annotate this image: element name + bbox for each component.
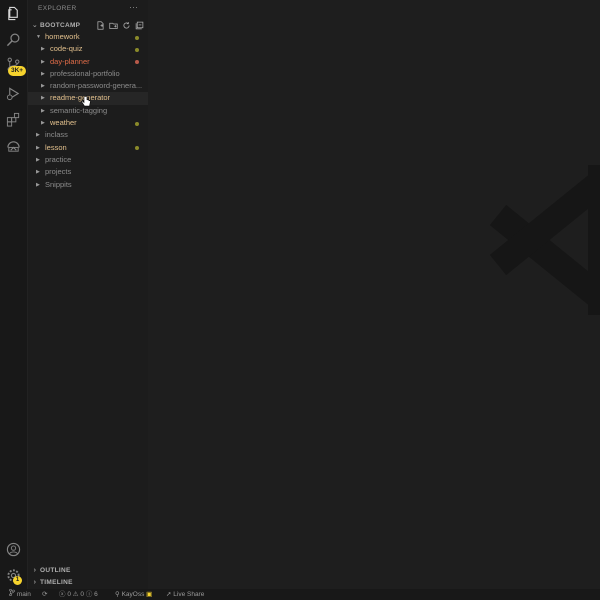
extensions-icon[interactable] bbox=[5, 111, 22, 128]
chevron-right-icon: › bbox=[33, 578, 37, 586]
vscode-logo-watermark-icon bbox=[489, 165, 600, 315]
tree-item-lesson[interactable]: ▶ lesson bbox=[28, 142, 148, 154]
git-status-dot bbox=[135, 47, 139, 52]
remote-explorer-icon[interactable] bbox=[5, 138, 22, 155]
tree-item-homework[interactable]: ▼ homework bbox=[28, 31, 148, 43]
status-bar: main ⟳ ⓧ 0 ⚠ 0 ⓘ 6 ⚲ KayOss ▣ ➚ Live Sha… bbox=[0, 588, 600, 600]
info-count: 6 bbox=[94, 591, 98, 598]
git-status-dot bbox=[135, 121, 139, 126]
search-icon[interactable] bbox=[5, 31, 22, 48]
tree-item-label: professional-portfolio bbox=[50, 68, 120, 78]
tree-item-professional-portfolio[interactable]: ▶ professional-portfolio bbox=[28, 68, 148, 80]
tree-item-code-quiz[interactable]: ▶ code-quiz bbox=[28, 43, 148, 55]
chevron-right-icon: ▶ bbox=[41, 46, 45, 53]
live-share-button[interactable]: ➚ Live Share bbox=[166, 589, 204, 600]
git-status-dot bbox=[135, 60, 139, 65]
tree-item-label: lesson bbox=[45, 142, 67, 152]
new-file-icon[interactable] bbox=[95, 20, 105, 30]
timeline-header[interactable]: › TIMELINE bbox=[28, 576, 148, 588]
collapse-all-icon[interactable] bbox=[134, 20, 144, 30]
chevron-right-icon: ▶ bbox=[36, 132, 40, 139]
outline-header[interactable]: › OUTLINE bbox=[28, 564, 148, 576]
user-name: KayOss bbox=[121, 591, 145, 598]
chevron-right-icon: ▶ bbox=[41, 83, 45, 90]
branch-icon bbox=[9, 588, 15, 597]
warning-count: 0 bbox=[80, 591, 85, 598]
tree-item-inclass[interactable]: ▶ inclass bbox=[28, 129, 148, 141]
chevron-right-icon: ▶ bbox=[41, 107, 45, 114]
tree-item-label: inclass bbox=[45, 130, 68, 140]
live-share-label: Live Share bbox=[173, 591, 205, 598]
settings-badge: 1 bbox=[13, 576, 22, 585]
chevron-right-icon: ▶ bbox=[41, 120, 45, 127]
tree-item-practice[interactable]: ▶ practice bbox=[28, 154, 148, 166]
explorer-sidebar: EXPLORER ··· ⌄ BOOTCAMP ▼ homework ▶ code-q… bbox=[28, 0, 148, 589]
chevron-down-icon: ⌄ bbox=[31, 22, 39, 29]
file-tree: ▼ homework ▶ code-quiz ▶ day-planner ▶ professi… bbox=[28, 31, 148, 191]
chevron-right-icon: ▶ bbox=[36, 181, 40, 188]
warning-icon: ⚠ bbox=[72, 591, 79, 598]
workspace-name: BOOTCAMP bbox=[40, 21, 81, 29]
outline-label: OUTLINE bbox=[40, 566, 71, 574]
account-icon[interactable] bbox=[5, 541, 22, 558]
tree-item-label: semantic-tagging bbox=[50, 105, 108, 115]
lock-icon: ▣ bbox=[146, 591, 153, 598]
chevron-right-icon: › bbox=[33, 566, 37, 574]
tree-item-day-planner[interactable]: ▶ day-planner bbox=[28, 56, 148, 68]
git-status-dot bbox=[135, 146, 139, 151]
tree-item-label: Snippits bbox=[45, 179, 72, 189]
tree-item-label: day-planner bbox=[50, 56, 90, 66]
explorer-title: EXPLORER bbox=[38, 5, 77, 12]
git-status-dot bbox=[135, 35, 139, 40]
tree-item-label: random-password-genera... bbox=[50, 81, 143, 91]
timeline-label: TIMELINE bbox=[40, 578, 73, 586]
files-icon[interactable] bbox=[5, 5, 22, 22]
new-folder-icon[interactable] bbox=[108, 20, 118, 30]
source-control-badge: 3K+ bbox=[8, 66, 27, 76]
error-icon: ⓧ bbox=[59, 591, 66, 598]
user-icon: ⚲ bbox=[115, 591, 120, 598]
branch-name: main bbox=[16, 591, 31, 598]
chevron-down-icon: ▼ bbox=[36, 34, 41, 40]
tree-item-snippits[interactable]: ▶ Snippits bbox=[28, 179, 148, 191]
chevron-right-icon: ▶ bbox=[41, 70, 45, 77]
workspace-header[interactable]: ⌄ BOOTCAMP bbox=[28, 19, 148, 31]
activity-bar: 3K+ 1 bbox=[0, 0, 28, 589]
editor-area[interactable] bbox=[148, 0, 600, 589]
run-debug-icon[interactable] bbox=[5, 85, 22, 102]
tree-item-label: projects bbox=[45, 167, 72, 177]
chevron-right-icon: ▶ bbox=[36, 156, 40, 163]
tree-item-label: weather bbox=[50, 118, 77, 128]
tree-item-label: code-quiz bbox=[50, 44, 83, 54]
tree-item-projects[interactable]: ▶ projects bbox=[28, 166, 148, 178]
branch-indicator[interactable]: main bbox=[9, 588, 31, 600]
chevron-right-icon: ▶ bbox=[41, 58, 45, 65]
tree-item-weather[interactable]: ▶ weather bbox=[28, 117, 148, 129]
chevron-right-icon: ▶ bbox=[41, 95, 45, 102]
chevron-right-icon: ▶ bbox=[36, 144, 40, 151]
user-indicator[interactable]: ⚲ KayOss ▣ bbox=[115, 589, 152, 600]
problems-indicator[interactable]: ⓧ 0 ⚠ 0 ⓘ 6 bbox=[59, 589, 98, 600]
hand-cursor-icon bbox=[81, 95, 91, 107]
info-icon: ⓘ bbox=[85, 591, 93, 598]
more-actions-icon[interactable]: ··· bbox=[129, 2, 138, 12]
live-share-icon: ➚ bbox=[166, 591, 172, 598]
error-count: 0 bbox=[67, 591, 71, 598]
tree-item-label: practice bbox=[45, 154, 72, 164]
sync-icon[interactable]: ⟳ bbox=[42, 589, 47, 600]
chevron-right-icon: ▶ bbox=[36, 169, 40, 176]
tree-item-label: homework bbox=[45, 32, 80, 41]
tree-item-random-password-genera-[interactable]: ▶ random-password-genera... bbox=[28, 80, 148, 92]
refresh-icon[interactable] bbox=[121, 20, 131, 30]
